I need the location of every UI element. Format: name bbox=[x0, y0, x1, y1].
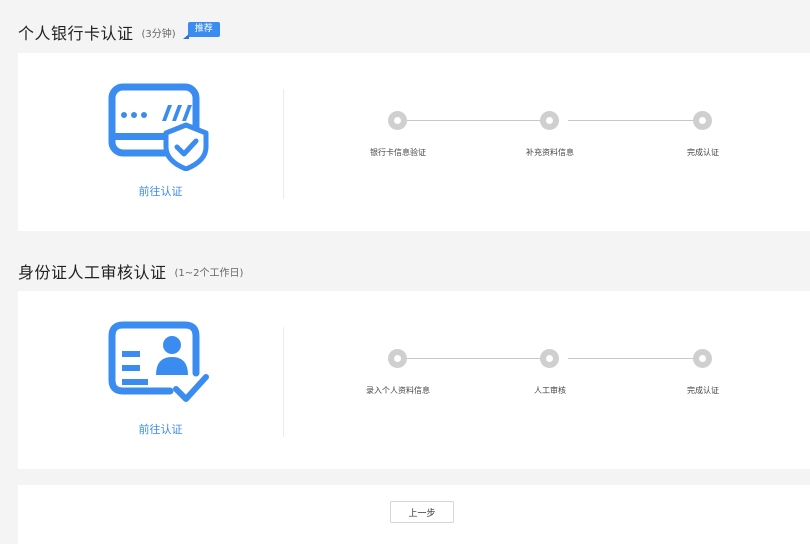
step-2-dot bbox=[540, 349, 559, 368]
step-connector bbox=[568, 358, 711, 359]
card-left-panel: 前往认证 bbox=[18, 53, 283, 231]
go-auth-link-id[interactable]: 前往认证 bbox=[18, 421, 303, 437]
card-left-panel: 前往认证 bbox=[18, 291, 283, 469]
step-2-label: 补充资料信息 bbox=[526, 148, 574, 157]
id-card-auth-card: 前往认证 录入个人资料信息 人工审核 完成认证 bbox=[18, 291, 810, 469]
section-title: 身份证人工审核认证 bbox=[18, 263, 167, 282]
previous-step-button[interactable]: 上一步 bbox=[390, 501, 454, 523]
id-auth-steps: 录入个人资料信息 人工审核 完成认证 bbox=[338, 349, 758, 409]
step-connector bbox=[406, 358, 549, 359]
step-1-label: 录入个人资料信息 bbox=[366, 386, 430, 395]
step-3-label: 完成认证 bbox=[687, 386, 719, 395]
go-auth-link-bank[interactable]: 前往认证 bbox=[18, 183, 303, 199]
id-card-check-icon bbox=[108, 321, 209, 402]
divider bbox=[283, 327, 284, 437]
section-subtitle: (3分钟) bbox=[141, 28, 176, 40]
bank-card-shield-icon bbox=[108, 83, 209, 171]
bank-card-section-header: 个人银行卡认证 (3分钟) 推荐 bbox=[18, 20, 220, 44]
step-1-dot bbox=[388, 111, 407, 130]
step-3-dot bbox=[693, 349, 712, 368]
section-title: 个人银行卡认证 bbox=[18, 24, 134, 43]
step-3-dot bbox=[693, 111, 712, 130]
section-subtitle: (1~2个工作日) bbox=[174, 267, 244, 279]
step-2-dot bbox=[540, 111, 559, 130]
bank-auth-steps: 银行卡信息验证 补充资料信息 完成认证 bbox=[338, 111, 758, 171]
step-connector bbox=[568, 120, 711, 121]
step-1-dot bbox=[388, 349, 407, 368]
footer-bar: 上一步 bbox=[18, 485, 810, 544]
bank-card-auth-card: 前往认证 银行卡信息验证 补充资料信息 完成认证 bbox=[18, 53, 810, 231]
id-card-section-header: 身份证人工审核认证 (1~2个工作日) bbox=[18, 259, 243, 283]
step-connector bbox=[406, 120, 549, 121]
step-1-label: 银行卡信息验证 bbox=[370, 148, 426, 157]
step-2-label: 人工审核 bbox=[534, 386, 566, 395]
recommend-badge: 推荐 bbox=[182, 21, 220, 39]
divider bbox=[283, 89, 284, 199]
step-3-label: 完成认证 bbox=[687, 148, 719, 157]
